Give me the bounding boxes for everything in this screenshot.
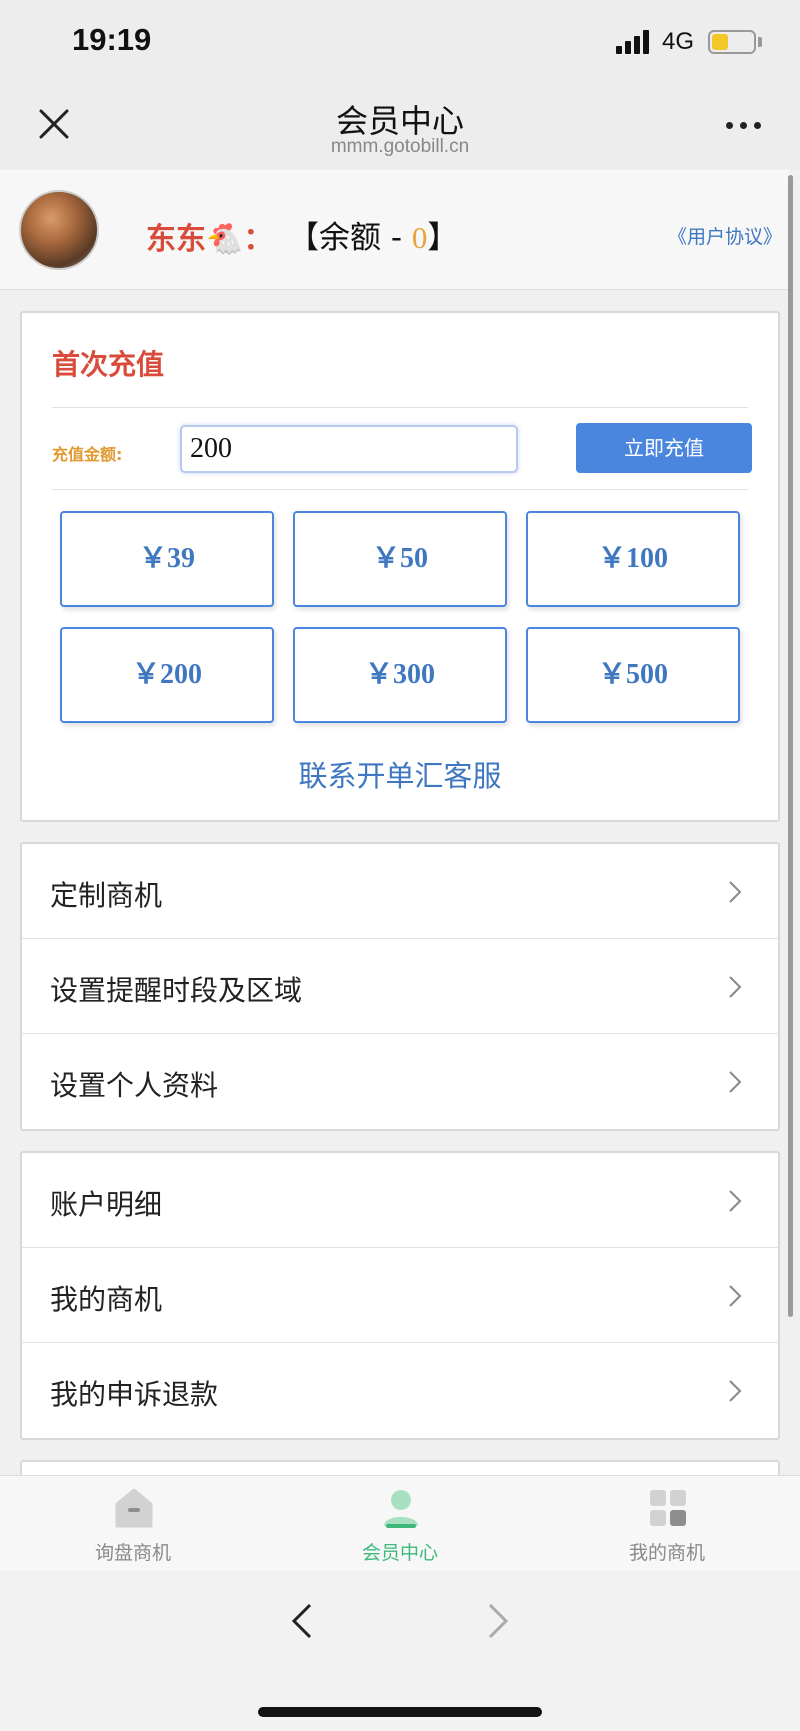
avatar[interactable] — [19, 190, 99, 270]
forward-arrow-icon[interactable] — [486, 1601, 510, 1641]
status-bar: 19:19 4G — [0, 0, 800, 84]
user-header: 东东🐔： 【余额 - 0】 《用户协议》 — [0, 170, 790, 290]
amount-option-50[interactable]: ￥50 — [293, 511, 507, 607]
page-domain: mmm.gotobill.cn — [330, 136, 470, 157]
menu-item-label: 设置提醒时段及区域 — [50, 974, 303, 1007]
tab-inquiry-leads[interactable]: 询盘商机 — [0, 1476, 266, 1572]
recharge-card: 首次充值 充值金额: 立即充值 ￥39 ￥50 ￥100 ￥200 ￥300 ￥… — [20, 311, 780, 822]
tab-label: 我的商机 — [628, 1542, 705, 1564]
chevron-right-icon — [729, 976, 742, 998]
recharge-now-button[interactable]: 立即充值 — [576, 423, 752, 473]
menu-item-profile-settings[interactable]: 设置个人资料 — [22, 1034, 778, 1129]
balance-display: 【余额 - 0】 — [288, 212, 458, 257]
amount-option-200[interactable]: ￥200 — [60, 627, 274, 723]
tab-bar: 询盘商机 会员中心 我的商机 — [0, 1475, 800, 1571]
signal-icon — [616, 30, 652, 54]
status-time: 19:19 — [72, 22, 152, 57]
battery-icon — [708, 30, 756, 54]
home-icon — [115, 1488, 153, 1528]
menu-item-label: 我的商机 — [50, 1283, 163, 1316]
contact-support-link[interactable]: 联系开单汇客服 — [22, 753, 778, 795]
menu-item-label: 账户明细 — [50, 1188, 163, 1221]
menu-item-account-details[interactable]: 账户明细 — [22, 1153, 778, 1248]
menu-item-my-leads[interactable]: 我的商机 — [22, 1248, 778, 1343]
menu-item-custom-leads[interactable]: 定制商机 — [22, 844, 778, 939]
battery-fill — [712, 34, 728, 50]
balance-value: 0 — [411, 220, 428, 255]
menu-item-refund-appeals[interactable]: 我的申诉退款 — [22, 1343, 778, 1438]
amount-option-300[interactable]: ￥300 — [293, 627, 507, 723]
grid-icon — [650, 1490, 686, 1526]
chevron-right-icon — [729, 881, 742, 903]
tab-member-center[interactable]: 会员中心 — [267, 1476, 533, 1572]
amount-options: ￥39 ￥50 ￥100 ￥200 ￥300 ￥500 — [60, 511, 746, 723]
user-name: 东东🐔： — [146, 222, 274, 257]
menu-item-label: 定制商机 — [50, 879, 163, 912]
browser-toolbar — [0, 1571, 800, 1731]
menu-group-settings: 定制商机 设置提醒时段及区域 设置个人资料 — [20, 842, 780, 1131]
chevron-right-icon — [729, 1285, 742, 1307]
user-agreement-link[interactable]: 《用户协议》 — [668, 222, 782, 249]
menu-group-account: 账户明细 我的商机 我的申诉退款 — [20, 1151, 780, 1440]
amount-option-500[interactable]: ￥500 — [526, 627, 740, 723]
chevron-right-icon — [729, 1190, 742, 1212]
amount-option-100[interactable]: ￥100 — [526, 511, 740, 607]
amount-label: 充值金额: — [52, 445, 123, 464]
tab-my-leads[interactable]: 我的商机 — [534, 1476, 800, 1572]
menu-item-label: 设置个人资料 — [50, 1069, 219, 1102]
balance-suffix: 】 — [427, 220, 459, 256]
tab-label: 会员中心 — [361, 1542, 438, 1564]
back-arrow-icon[interactable] — [290, 1601, 314, 1641]
more-icon[interactable] — [724, 120, 764, 132]
chevron-right-icon — [729, 1071, 742, 1093]
amount-option-39[interactable]: ￥39 — [60, 511, 274, 607]
battery-cap — [758, 37, 762, 47]
divider — [52, 489, 748, 490]
menu-item-label: 我的申诉退款 — [50, 1378, 219, 1411]
amount-input[interactable] — [180, 425, 518, 473]
menu-item-reminder-settings[interactable]: 设置提醒时段及区域 — [22, 939, 778, 1034]
recharge-title: 首次充值 — [52, 348, 165, 381]
divider — [52, 407, 748, 408]
chevron-right-icon — [729, 1380, 742, 1402]
tab-label: 询盘商机 — [94, 1542, 171, 1564]
scrollbar[interactable] — [788, 175, 793, 1317]
balance-prefix: 【余额 - — [288, 220, 412, 256]
nav-bar: 会员中心 mmm.gotobill.cn — [0, 84, 800, 170]
user-icon — [384, 1490, 418, 1528]
home-indicator[interactable] — [258, 1707, 542, 1717]
network-label: 4G — [662, 28, 695, 55]
